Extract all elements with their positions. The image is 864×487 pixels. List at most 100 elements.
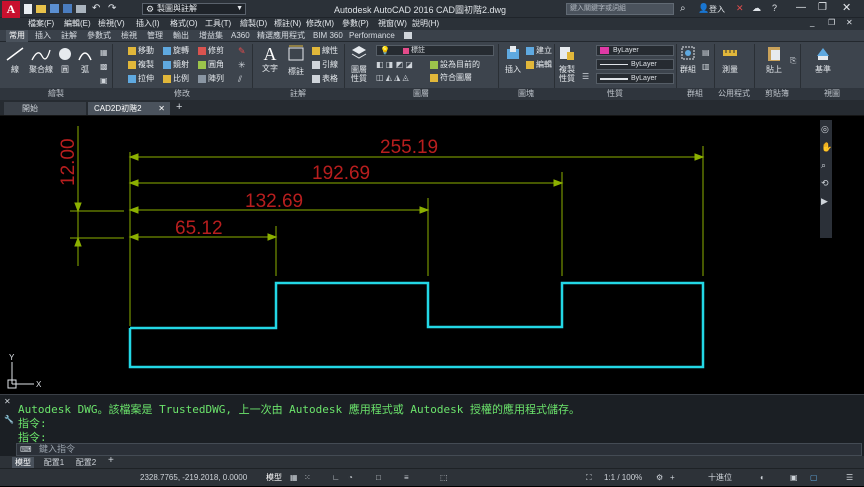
exchange-icon[interactable]: ✕ (736, 3, 744, 14)
create-block-tool[interactable]: 建立 (526, 46, 552, 56)
make-current-tool[interactable]: 設為目前的 (430, 60, 480, 70)
ribbon-panel-label[interactable]: 公用程式 (714, 88, 754, 100)
ribbon-tab[interactable]: 精選應用程式 (254, 30, 308, 42)
fillet-tool[interactable]: 圓角 (198, 60, 224, 70)
ribbon-toggle-icon[interactable] (404, 32, 412, 39)
full-wheel-icon[interactable]: ◎ (821, 124, 829, 135)
settings-gear-icon[interactable]: ⚙ (656, 469, 663, 487)
selection-icon[interactable]: ⬚ (440, 469, 448, 487)
ribbon-panel-label[interactable]: 視圖 (800, 88, 864, 100)
pan-icon[interactable]: ✋ (821, 142, 832, 153)
ribbon-panel-label[interactable]: 剪貼簿 (754, 88, 800, 100)
edit-block-tool[interactable]: 編輯 (526, 60, 552, 70)
model-space-button[interactable]: 模型 (266, 469, 282, 487)
file-tab[interactable]: CAD2D初階2 ✕ (88, 102, 170, 115)
offset-icon[interactable]: ⫽ (238, 74, 242, 85)
doc-restore-button[interactable]: ❐ (828, 18, 835, 27)
menu-item[interactable]: 繪製(D) (240, 18, 267, 30)
menu-item[interactable]: 檢視(V) (98, 18, 125, 30)
menu-item[interactable]: 編輯(E) (64, 18, 91, 30)
login-button[interactable]: 登入 (709, 4, 725, 15)
scale-tool[interactable]: 比例 (163, 74, 189, 84)
copy-tool[interactable]: 複製 (128, 60, 154, 70)
menu-item[interactable]: 視窗(W) (378, 18, 407, 30)
zoom-icon[interactable]: ⌕ (821, 160, 826, 171)
rotate-tool[interactable]: 旋轉 (163, 46, 189, 56)
drawing-canvas[interactable]: 255.19 192.69 132.69 65.12 12.00 Y X ◎ ✋… (0, 116, 864, 394)
ribbon-tab[interactable]: 增益集 (196, 30, 226, 42)
plot-icon[interactable] (76, 5, 86, 13)
base-view-tool[interactable]: 基準 (810, 44, 836, 75)
saveas-icon[interactable] (63, 4, 72, 13)
group-tool[interactable]: 群組 (678, 44, 698, 75)
ribbon-panel-label[interactable]: 性質 (554, 88, 676, 100)
region-icon[interactable]: ▣ (100, 76, 108, 85)
ungroup-icon[interactable]: ▤ (702, 48, 710, 57)
linear-tool[interactable]: 線性 (312, 46, 338, 56)
menu-item[interactable]: 說明(H) (412, 18, 439, 30)
add-layout-button[interactable]: + (108, 455, 114, 466)
copy-clip-icon[interactable]: ⎘ (790, 56, 796, 66)
ribbon-tab[interactable]: 管理 (144, 30, 166, 42)
polar-icon[interactable]: ◔ (348, 469, 353, 487)
ribbon-tab[interactable]: BIM 360 (310, 30, 346, 42)
annotation-scale-value[interactable]: 1:1 / 100% (604, 469, 642, 487)
orbit-icon[interactable]: ⟲ (821, 178, 829, 189)
ribbon-tab[interactable]: 輸出 (170, 30, 192, 42)
help-icon[interactable]: ? (772, 3, 777, 13)
add-icon[interactable]: + (670, 469, 675, 487)
new-tab-button[interactable]: + (176, 101, 182, 113)
snap-icon[interactable]: ⁙ (304, 469, 311, 487)
ribbon-tab[interactable]: 常用 (6, 30, 28, 42)
menu-item[interactable]: 標註(N) (274, 18, 301, 30)
layer-tools2-icon[interactable]: ◫ ◭ ◮ ◬ (376, 73, 409, 82)
search-icon[interactable]: ⌕ (680, 3, 686, 14)
leader-tool[interactable]: 引線 (312, 60, 338, 70)
text-tool[interactable]: A 文字 (258, 44, 282, 74)
start-tab[interactable]: 開始 (4, 102, 86, 115)
menu-item[interactable]: 參數(P) (342, 18, 369, 30)
tab-model[interactable]: 模型 (12, 457, 34, 468)
showmotion-icon[interactable]: ▶ (821, 196, 828, 207)
match-layer-tool[interactable]: 符合圖層 (430, 73, 472, 83)
move-tool[interactable]: 移動 (128, 46, 154, 56)
doc-minimize-button[interactable]: _ (810, 18, 814, 27)
command-settings-icon[interactable]: 🔧 (4, 415, 14, 424)
ribbon-tab[interactable]: 註解 (58, 30, 80, 42)
ribbon-panel-label[interactable]: 修改 (112, 88, 252, 100)
workspace-dropdown[interactable]: ⚙ 製圖與註解 ▼ (142, 3, 246, 15)
new-icon[interactable] (24, 4, 32, 14)
ribbon-panel-label[interactable]: 註解 (252, 88, 344, 100)
color-dropdown[interactable]: ByLayer (596, 45, 674, 56)
doc-close-button[interactable]: ✕ (846, 18, 853, 27)
ribbon-panel-label[interactable]: 繪製 (0, 88, 112, 100)
ortho-icon[interactable]: ∟ (332, 469, 340, 487)
ribbon-panel-label[interactable]: 群組 (676, 88, 714, 100)
linetype-dropdown[interactable]: ByLayer (596, 59, 674, 70)
layer-properties-tool[interactable]: 圖層性質 (348, 44, 370, 83)
ribbon-tab[interactable]: 參數式 (84, 30, 114, 42)
ribbon-panel-label[interactable]: 圖塊 (498, 88, 554, 100)
open-icon[interactable] (36, 5, 46, 13)
hardware-icon[interactable]: ▣ (790, 469, 798, 487)
ribbon-panel-label[interactable]: 圖層 (344, 88, 498, 100)
dimension-tool[interactable]: 標註 (284, 44, 308, 77)
insert-block-tool[interactable]: 插入 (502, 44, 524, 75)
a360-icon[interactable]: ☁ (752, 3, 761, 14)
undo-icon[interactable]: ↶ (92, 3, 100, 14)
table-tool[interactable]: 表格 (312, 74, 338, 84)
layer-dropdown[interactable]: 💡 標註 (376, 45, 494, 56)
mirror-tool[interactable]: 鏡射 (163, 60, 189, 70)
minimize-button[interactable]: — (796, 2, 806, 13)
menu-item[interactable]: 插入(I) (136, 18, 160, 30)
match-properties-tool[interactable]: 複製性質 (556, 44, 578, 83)
line-tool[interactable]: 線 (4, 46, 26, 75)
group-edit-icon[interactable]: ▥ (702, 62, 710, 71)
command-input[interactable]: ⌨ 鍵入指令 (16, 443, 862, 456)
search-field[interactable]: 鍵入關鍵字或詞組 (566, 3, 674, 15)
hatch-icon[interactable]: ▩ (100, 62, 108, 71)
units-dropdown[interactable]: 十進位 (708, 469, 732, 487)
customize-icon[interactable]: ☰ (846, 469, 853, 487)
ribbon-tab[interactable]: 插入 (32, 30, 54, 42)
measure-tool[interactable]: 測量 (718, 44, 742, 75)
